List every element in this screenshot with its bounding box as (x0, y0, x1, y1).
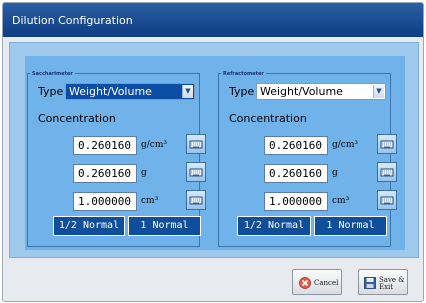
saccharimeter-mass-keyboard-button[interactable] (186, 162, 206, 182)
density-unit: g/cm³ (141, 140, 167, 150)
keyboard-icon (380, 140, 394, 149)
refractometer-type-value: Weight/Volume (260, 85, 343, 98)
refractometer-mass-keyboard-button[interactable] (377, 162, 397, 182)
refractometer-one-normal-button[interactable]: 1 Normal (314, 216, 387, 236)
title-bar: Dilution Configuration (3, 3, 423, 37)
saccharimeter-type-select[interactable]: Weight/Volume ▼ (65, 83, 195, 100)
saccharimeter-density-value: 0.260160 (78, 139, 131, 152)
saccharimeter-volume-keyboard-button[interactable] (186, 190, 206, 210)
type-label: Type (38, 85, 64, 98)
saccharimeter-density-field[interactable]: 0.260160 (73, 136, 137, 155)
refractometer-mass-value: 0.260160 (269, 167, 322, 180)
saccharimeter-mass-field[interactable]: 0.260160 (73, 164, 137, 183)
volume-unit: cm³ (141, 196, 159, 206)
keyboard-icon (380, 168, 394, 177)
concentration-label: Concentration (229, 112, 307, 125)
refractometer-density-value: 0.260160 (269, 139, 322, 152)
chevron-down-icon[interactable]: ▼ (182, 85, 193, 98)
refractometer-density-keyboard-button[interactable] (377, 134, 397, 154)
saccharimeter-one-normal-button[interactable]: 1 Normal (128, 216, 201, 236)
save-exit-label: Save & Exit (379, 276, 405, 291)
mass-unit: g (141, 168, 147, 178)
volume-unit: cm³ (332, 196, 350, 206)
cancel-icon (299, 277, 311, 289)
cancel-button[interactable]: Cancel (292, 269, 342, 295)
keyboard-icon (189, 140, 203, 149)
saccharimeter-group-title: Saccharimeter (30, 71, 75, 77)
chevron-down-icon[interactable]: ▼ (373, 85, 384, 98)
mass-unit: g (332, 168, 338, 178)
refractometer-volume-field[interactable]: 1.000000 (264, 192, 328, 211)
keyboard-icon (189, 168, 203, 177)
keyboard-icon (189, 196, 203, 205)
keyboard-icon (380, 196, 394, 205)
refractometer-volume-value: 1.000000 (269, 195, 322, 208)
dilution-configuration-dialog: Dilution Configuration Saccharimeter Typ… (2, 2, 424, 302)
refractometer-volume-keyboard-button[interactable] (377, 190, 397, 210)
saccharimeter-mass-value: 0.260160 (78, 167, 131, 180)
window-title: Dilution Configuration (12, 14, 133, 27)
density-unit: g/cm³ (332, 140, 358, 150)
refractometer-type-select[interactable]: Weight/Volume ▼ (256, 83, 386, 100)
saccharimeter-density-keyboard-button[interactable] (186, 134, 206, 154)
saccharimeter-half-normal-button[interactable]: 1/2 Normal (53, 216, 125, 236)
refractometer-group-title: Refractometer (221, 71, 266, 77)
saccharimeter-type-value: Weight/Volume (69, 85, 152, 98)
type-label: Type (229, 85, 255, 98)
refractometer-mass-field[interactable]: 0.260160 (264, 164, 328, 183)
saccharimeter-volume-field[interactable]: 1.000000 (73, 192, 137, 211)
floppy-disk-icon (364, 277, 376, 289)
saccharimeter-volume-value: 1.000000 (78, 195, 131, 208)
save-exit-button[interactable]: Save & Exit (358, 269, 408, 295)
cancel-label: Cancel (314, 279, 339, 287)
refractometer-half-normal-button[interactable]: 1/2 Normal (237, 216, 311, 236)
refractometer-density-field[interactable]: 0.260160 (264, 136, 328, 155)
concentration-label: Concentration (38, 112, 116, 125)
